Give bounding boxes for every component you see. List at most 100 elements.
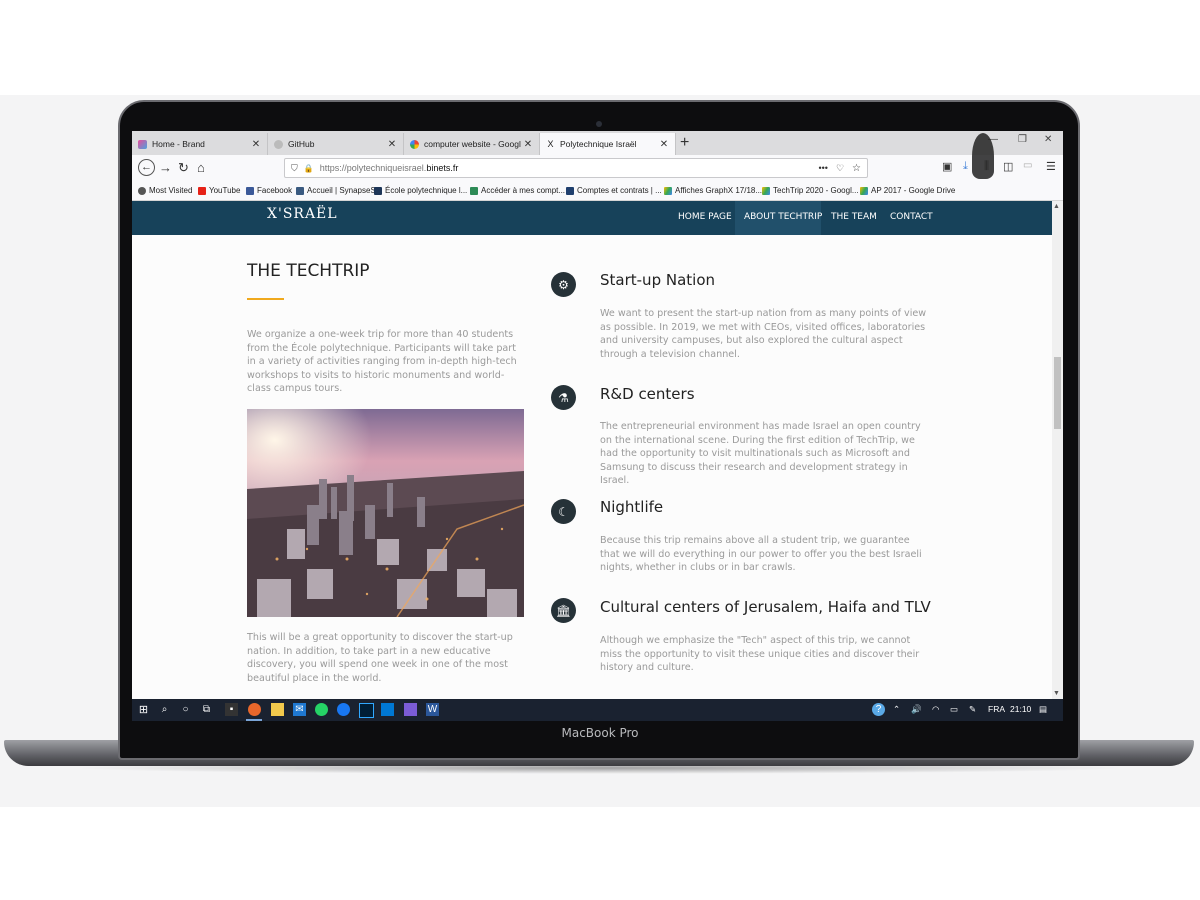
firefox-icon[interactable] bbox=[248, 703, 261, 716]
bookmark-facebook[interactable]: Facebook bbox=[246, 186, 292, 195]
bookmark-ecole-polytechnique[interactable]: École polytechnique l... bbox=[374, 186, 467, 195]
bookmark-label: Affiches GraphX 17/18... bbox=[675, 186, 763, 195]
bookmark-ap-2017[interactable]: AP 2017 - Google Drive bbox=[860, 186, 955, 195]
camera-icon bbox=[596, 121, 602, 127]
volume-icon[interactable]: 🔊 bbox=[911, 704, 922, 715]
feature-body: Although we emphasize the "Tech" aspect … bbox=[600, 635, 920, 674]
x-icon bbox=[374, 186, 382, 195]
windows-start-icon[interactable]: ⊞ bbox=[137, 703, 150, 716]
site-logo[interactable]: X'SRAËL bbox=[267, 206, 338, 222]
scroll-down-icon[interactable]: ▼ bbox=[1053, 690, 1060, 697]
extension-icon[interactable]: ▭ bbox=[1023, 160, 1032, 171]
city-skyline-graphic bbox=[247, 409, 524, 617]
tab-bar: Home - Brand ✕ GitHub ✕ computer website… bbox=[132, 131, 1063, 155]
pen-icon[interactable]: ✎ bbox=[969, 704, 976, 715]
bookmark-most-visited[interactable]: Most Visited bbox=[138, 186, 192, 195]
bookmark-label: Facebook bbox=[257, 186, 293, 195]
tab-title: Home - Brand bbox=[152, 139, 205, 149]
word-icon[interactable]: W bbox=[426, 703, 439, 716]
youtube-icon bbox=[198, 186, 206, 195]
lock-icon[interactable]: 🔒 bbox=[304, 164, 314, 173]
navigation-toolbar: ← → ↻ ⌂ ⛉ 🔒 https://polytechniqueisrael.… bbox=[132, 133, 1063, 183]
nav-contact[interactable]: CONTACT bbox=[890, 212, 933, 222]
window-close-icon[interactable]: ✕ bbox=[1044, 134, 1052, 145]
language-indicator[interactable]: FRA bbox=[988, 704, 1005, 714]
bookmark-affiches-graphx[interactable]: Affiches GraphX 17/18... bbox=[664, 186, 762, 195]
forward-arrow-icon[interactable]: → bbox=[159, 160, 172, 175]
close-icon[interactable]: ✕ bbox=[657, 139, 671, 150]
pocket-icon[interactable]: ♡ bbox=[836, 163, 844, 174]
gear-icon bbox=[138, 186, 146, 195]
messenger-icon[interactable] bbox=[337, 703, 350, 716]
bookmark-techtrip-2020[interactable]: TechTrip 2020 - Googl... bbox=[762, 186, 859, 195]
shield-icon[interactable]: ⛉ bbox=[291, 163, 298, 174]
file-explorer-icon[interactable] bbox=[271, 703, 284, 716]
terminal-icon[interactable]: ▪ bbox=[225, 703, 238, 716]
bookmark-label: Most Visited bbox=[149, 186, 193, 195]
page-actions-icon[interactable]: ••• bbox=[819, 163, 828, 173]
whatsapp-icon[interactable] bbox=[315, 703, 328, 716]
scrollbar-track[interactable] bbox=[1052, 201, 1063, 701]
scroll-up-icon[interactable]: ▲ bbox=[1053, 203, 1060, 210]
feature-title: Cultural centers of Jerusalem, Haifa and… bbox=[600, 598, 931, 616]
container-tabs-icon[interactable]: ▣ bbox=[942, 160, 952, 173]
tab-google-search[interactable]: computer website - Google Se ✕ bbox=[404, 133, 540, 155]
brand-favicon-icon bbox=[138, 139, 147, 149]
help-icon[interactable]: ? bbox=[872, 703, 885, 716]
cortana-icon[interactable]: ○ bbox=[179, 703, 192, 716]
device-label: MacBook Pro bbox=[561, 726, 639, 740]
nav-the-team[interactable]: THE TEAM bbox=[831, 212, 877, 222]
tab-polytechnique-israel[interactable]: X Polytechnique Israël ✕ bbox=[540, 133, 676, 155]
bookmark-label: AP 2017 - Google Drive bbox=[871, 186, 956, 195]
x-israel-favicon-icon: X bbox=[547, 138, 554, 149]
battery-icon[interactable]: ▭ bbox=[950, 704, 958, 715]
close-icon[interactable]: ✕ bbox=[521, 139, 535, 150]
drive-icon bbox=[860, 186, 868, 195]
restore-icon[interactable]: ❐ bbox=[1018, 134, 1027, 145]
clock[interactable]: 21:10 bbox=[1010, 704, 1031, 714]
feature-body: We want to present the start-up nation f… bbox=[600, 308, 927, 360]
feature-title: Nightlife bbox=[600, 498, 664, 516]
tab-title: GitHub bbox=[288, 139, 315, 149]
scrollbar-thumb[interactable] bbox=[1054, 357, 1061, 429]
title-underline bbox=[247, 298, 284, 300]
task-view-icon[interactable]: ⧉ bbox=[200, 703, 213, 716]
mail-icon[interactable]: ✉ bbox=[293, 703, 306, 716]
reload-icon[interactable]: ↻ bbox=[178, 160, 189, 176]
wifi-icon[interactable]: ◠ bbox=[932, 704, 939, 715]
bookmark-star-icon[interactable]: ☆ bbox=[852, 163, 861, 174]
nav-about-techtrip[interactable]: ABOUT TECHTRIP bbox=[744, 212, 822, 222]
site-logo-text: X'SRAËL bbox=[267, 206, 338, 222]
close-icon[interactable]: ✕ bbox=[249, 139, 263, 150]
app-icon[interactable] bbox=[404, 703, 417, 716]
screen: Home - Brand ✕ GitHub ✕ computer website… bbox=[132, 131, 1063, 721]
search-icon[interactable]: ⌕ bbox=[158, 703, 171, 716]
tel-aviv-city-image bbox=[247, 409, 524, 617]
address-bar[interactable]: ⛉ 🔒 https://polytechniqueisrael.binets.f… bbox=[284, 158, 868, 178]
bookmark-synapses[interactable]: Accueil | SynapseS bbox=[296, 186, 376, 195]
bookmark-comptes-contrats[interactable]: Comptes et contrats | ... bbox=[566, 186, 662, 195]
new-tab-plus-icon[interactable]: + bbox=[680, 133, 689, 153]
hamburger-menu-icon[interactable]: ☰ bbox=[1046, 160, 1056, 173]
bookmark-label: Accueil | SynapseS bbox=[307, 186, 376, 195]
vscode-icon[interactable] bbox=[381, 703, 394, 716]
tab-home-brand[interactable]: Home - Brand ✕ bbox=[132, 133, 268, 155]
feature-body: Because this trip remains above all a st… bbox=[600, 535, 922, 574]
notifications-icon[interactable]: ▤ bbox=[1039, 704, 1047, 715]
download-icon[interactable]: ⤓ bbox=[963, 160, 968, 173]
photoshop-icon[interactable] bbox=[359, 703, 374, 718]
bookmark-label: TechTrip 2020 - Googl... bbox=[773, 186, 859, 195]
chevron-up-icon[interactable]: ⌃ bbox=[893, 704, 900, 715]
intro-paragraph: We organize a one-week trip for more tha… bbox=[247, 329, 517, 395]
bookmark-mes-comptes[interactable]: Accéder à mes compt... bbox=[470, 186, 565, 195]
nav-home-page[interactable]: HOME PAGE bbox=[678, 212, 732, 222]
tab-github[interactable]: GitHub ✕ bbox=[268, 133, 404, 155]
outro-paragraph: This will be a great opportunity to disc… bbox=[247, 632, 513, 684]
sidebar-icon[interactable]: ◫ bbox=[1003, 160, 1013, 173]
bookmark-youtube[interactable]: YouTube bbox=[198, 186, 240, 195]
close-icon[interactable]: ✕ bbox=[385, 139, 399, 150]
home-icon[interactable]: ⌂ bbox=[197, 160, 205, 175]
cat-silhouette-icon bbox=[972, 133, 994, 179]
web-page: X'SRAËL HOME PAGE ABOUT TECHTRIP THE TEA… bbox=[132, 201, 1063, 701]
back-arrow-icon[interactable]: ← bbox=[138, 159, 155, 176]
